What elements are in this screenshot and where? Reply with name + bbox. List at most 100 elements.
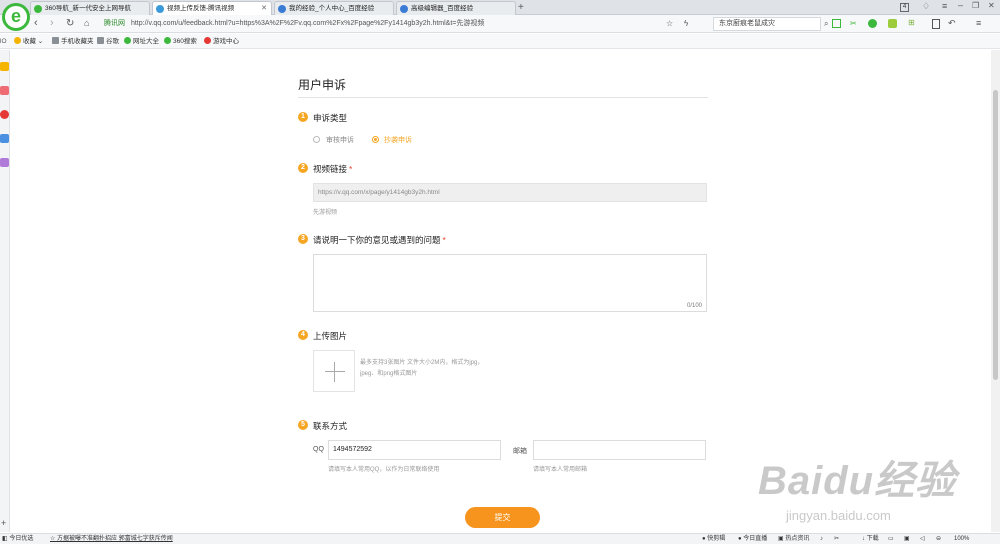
tab-label: 360导航_新一代安全上网导航 [45,5,131,12]
360-search-icon [164,37,171,44]
bookmark-hao[interactable]: 网址大全 [124,34,159,49]
bookmark-google[interactable]: 谷歌 [97,34,119,49]
game-icon [204,37,211,44]
tab-360-nav[interactable]: 360导航_新一代安全上网导航 [30,1,150,15]
plus-icon [325,371,345,372]
sound-icon[interactable]: ♪ [820,534,823,544]
email-input[interactable] [533,440,706,460]
submit-button[interactable]: 提交 [465,507,540,528]
lightning-icon[interactable]: ϟ [684,17,688,30]
scrollbar-thumb[interactable] [993,90,998,380]
back-icon[interactable]: ‹ [34,17,38,30]
title-divider [298,97,708,98]
zoom-out-icon[interactable]: ⊖ [936,534,941,544]
360-icon [124,37,131,44]
browser-logo[interactable]: e [2,3,30,31]
description-textarea[interactable]: 0/100 [313,254,707,312]
phone-icon [52,37,59,44]
translate-icon[interactable]: ⊞ [908,18,915,27]
restore-icon[interactable]: ❐ [972,1,979,10]
step-number: 4 [298,330,308,340]
address-bar: ‹ › ↻ ⌂ 腾讯网 http://v.qq.com/u/feedback.h… [0,15,1000,33]
page-icon[interactable]: ▭ [888,534,894,544]
baidu-jingyan-watermark: Baidu经验 jingyan.baidu.com [758,459,957,523]
tab-editor[interactable]: 高级编辑器_百度经验 [396,1,516,15]
radio-review-appeal[interactable] [313,136,320,143]
zoom-level[interactable]: 100% [954,534,969,544]
radio-label[interactable]: 抄袭申诉 [384,135,412,145]
baidu-icon [400,5,408,13]
360-icon [34,5,42,13]
today-picks[interactable]: ◧ 今日优选 [2,534,33,544]
step-number: 2 [298,163,308,173]
bookmark-games[interactable]: 游戏中心 [204,34,239,49]
skin-icon[interactable]: ♢ [922,1,930,12]
radio-label[interactable]: 审核申诉 [326,135,354,145]
status-item[interactable]: ● 今日直播 [738,534,767,544]
tab-count[interactable]: 4 [900,3,909,12]
tab-label: 高级编辑器_百度经验 [411,5,474,12]
bookmark-favorites[interactable]: 收藏 ⌄ [14,34,43,49]
bookmark-left-label: lO [0,38,7,45]
shield-icon[interactable] [888,19,897,28]
bookmark-mobile[interactable]: 手机收藏夹 [52,34,94,49]
step-number: 3 [298,234,308,244]
step-number: 1 [298,112,308,122]
url-field[interactable]: 腾讯网 http://v.qq.com/u/feedback.html?u=ht… [104,17,704,31]
forward-icon[interactable]: › [50,17,54,30]
notes-icon[interactable] [0,86,9,95]
add-icon[interactable]: + [1,518,6,528]
news-ticker[interactable]: ☆ 方据被曝不准翻扑招应 郭富城七字获斥传闻 [50,534,173,544]
close-icon[interactable]: ✕ [261,2,267,15]
scissors-icon[interactable]: ✂ [850,19,857,28]
status-item[interactable]: ● 快剪辑 [702,534,725,544]
char-counter: 0/100 [686,303,702,309]
qq-input[interactable]: 1494572592 [328,440,501,460]
mail-icon[interactable] [0,134,9,143]
upload-image-button[interactable] [313,350,355,392]
bookmarks-bar: lO 收藏 ⌄ 手机收藏夹 谷歌 网址大全 360搜索 游戏中心 [0,34,1000,49]
tencent-video-icon [156,5,164,13]
email-hint: 请填写本人常用邮箱 [533,467,588,473]
status-item[interactable]: ▣ 热点资讯 [778,534,809,544]
image-icon[interactable]: ▣ [904,534,910,544]
section-title-video-link: 视频链接 * [313,164,353,174]
baidu-icon [278,5,286,13]
reader-icon[interactable] [932,19,940,29]
app-icon[interactable] [0,158,9,167]
speaker-icon[interactable]: ◁ [920,534,925,544]
bookmark-star-icon[interactable]: ☆ [666,17,673,30]
tab-label: 我的经验_个人中心_百度经验 [289,5,375,12]
email-label: 邮箱 [513,448,527,455]
status-item[interactable]: ↓ 下载 [862,534,879,544]
upload-hint: 最多支持3张图片 文件大小2M内，格式为jpg， jpeg、和png格式图片 [360,360,484,377]
favorites-icon[interactable] [0,62,9,71]
screenshot-icon[interactable] [832,19,841,28]
menu-icon[interactable]: ≡ [942,1,947,11]
refresh-icon[interactable]: ↻ [66,17,74,30]
tab-bar: 360导航_新一代安全上网导航 视频上传反馈-腾讯视频 ✕ 我的经验_个人中心_… [0,0,1000,15]
left-sidebar: + [0,50,10,532]
more-icon[interactable]: ≡ [976,18,981,28]
section-title-contact: 联系方式 [313,421,348,431]
search-input[interactable]: 东京廚痕老鼠成灾 [713,17,821,31]
undo-icon[interactable]: ↶ [948,18,956,29]
tab-my-jingyan[interactable]: 我的经验_个人中心_百度经验 [274,1,394,15]
new-tab-button[interactable]: + [518,1,524,14]
tab-feedback[interactable]: 视频上传反馈-腾讯视频 ✕ [152,1,272,15]
star-icon [14,37,21,44]
bookmark-search[interactable]: 360搜索 [164,34,197,49]
home-icon[interactable]: ⌂ [84,17,89,30]
radio-plagiarism-appeal[interactable] [372,136,379,143]
weibo-icon[interactable] [0,110,9,119]
close-window-icon[interactable]: ✕ [988,1,995,10]
scissors-icon[interactable]: ✂ [834,534,839,544]
status-bar: ◧ 今日优选 ☆ 方据被曝不准翻扑招应 郭富城七字获斥传闻 ● 快剪辑 ● 今日… [0,533,1000,544]
green-circle-icon[interactable] [868,19,877,28]
section-title-description: 请说明一下你的意见或遇到的问题 * [313,235,446,245]
search-icon[interactable]: ⌕ [824,17,828,30]
video-title: 先游视频 [313,210,338,216]
minimize-icon[interactable]: – [958,0,963,10]
page-title: 用户申诉 [298,78,347,92]
site-label: 腾讯网 [104,20,125,27]
